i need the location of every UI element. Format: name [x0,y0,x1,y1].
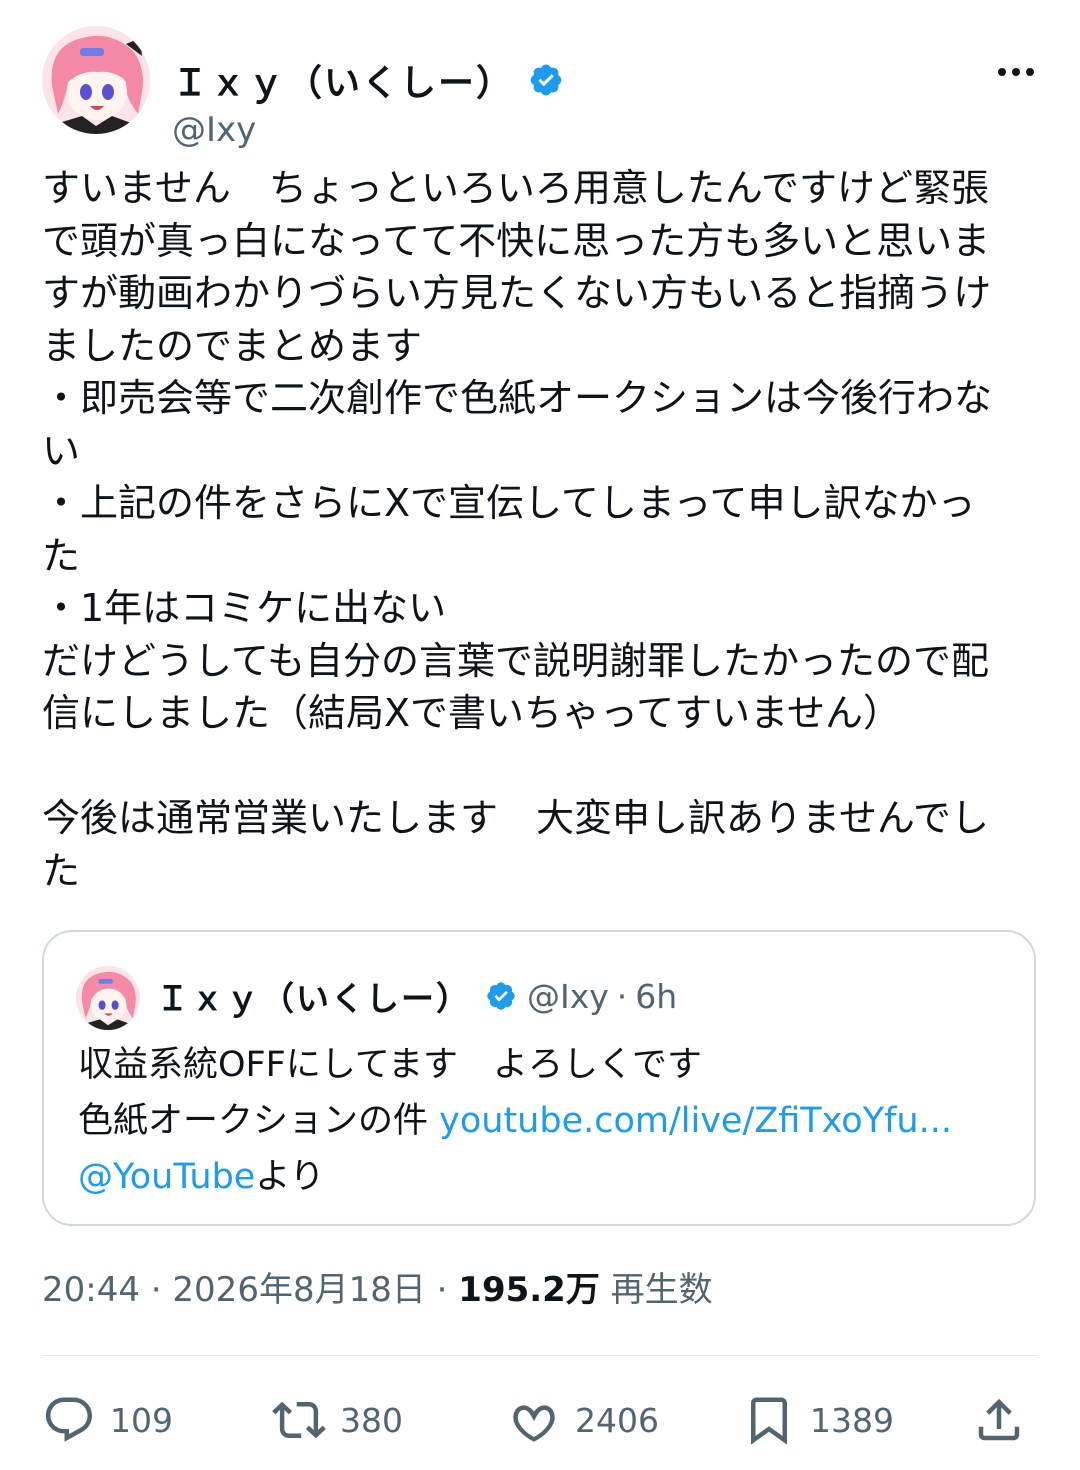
display-name[interactable]: Ｉｘｙ（いくしー） [172,54,514,106]
separator: · [616,976,628,1016]
youtube-mention[interactable]: @YouTube [78,1157,255,1197]
bookmark-button[interactable]: 1389 [742,1385,894,1455]
bookmark-count: 1389 [810,1400,894,1440]
quoted-line-2-text: 色紙オークションの件 [78,1101,440,1141]
post-text: すいません ちょっといろいろ用意したんですけど緊張 で頭が真っ白になってて不快に… [42,166,993,893]
quoted-line-3: @YouTubeより [78,1148,325,1199]
quoted-line-1: 収益系統OFFにしてます よろしくです [78,1045,702,1085]
avatar[interactable] [42,26,150,134]
more-icon[interactable] [994,52,1038,92]
repost-button[interactable]: 380 [272,1385,403,1455]
verified-badge-icon [530,64,562,96]
separator: · [150,1270,173,1310]
verified-badge-icon [487,982,515,1010]
quoted-avatar[interactable] [76,966,140,1030]
repost-icon [272,1401,326,1439]
quoted-post[interactable]: Ｉｘｙ（いくしー） @Ixy · 6h 収益系統OFFにしてます よろしくです … [42,930,1036,1226]
quoted-header: Ｉｘｙ（いくしー） @Ixy · 6h [156,972,677,1020]
post-time[interactable]: 20:44 [42,1270,140,1310]
separator: · [436,1270,459,1310]
post-date[interactable]: 2026年8月18日 [172,1270,425,1310]
like-count: 2406 [575,1400,659,1440]
post-header: Ｉｘｙ（いくしー） @Ixy [42,26,1038,150]
views-label: 再生数 [610,1270,713,1310]
share-icon [978,1398,1020,1441]
youtube-link[interactable]: youtube.com/live/ZfiTxoYfu... [439,1101,952,1141]
repost-count: 380 [340,1400,403,1440]
bookmark-icon [751,1397,787,1445]
reply-button[interactable]: 109 [42,1385,173,1455]
reply-icon [45,1397,93,1442]
like-icon [513,1405,555,1442]
quoted-display-name[interactable]: Ｉｘｙ（いくしー） [156,972,471,1020]
quoted-handle: @Ixy [527,976,609,1016]
quoted-timestamp[interactable]: 6h [635,977,677,1016]
quoted-line-2: 色紙オークションの件 youtube.com/live/ZfiTxoYfu... [78,1092,952,1143]
like-button[interactable]: 2406 [507,1385,659,1455]
action-bar: 109 380 2406 1389 [42,1385,1038,1455]
reply-count: 109 [110,1400,173,1440]
views-count: 195.2万 [458,1270,600,1310]
divider [42,1355,1038,1356]
quoted-line-3-suffix: より [255,1157,325,1197]
share-button[interactable] [972,1385,1026,1455]
post-meta: 20:44 · 2026年8月18日 · 195.2万 再生数 [42,1262,713,1311]
handle[interactable]: @Ixy [172,110,256,150]
